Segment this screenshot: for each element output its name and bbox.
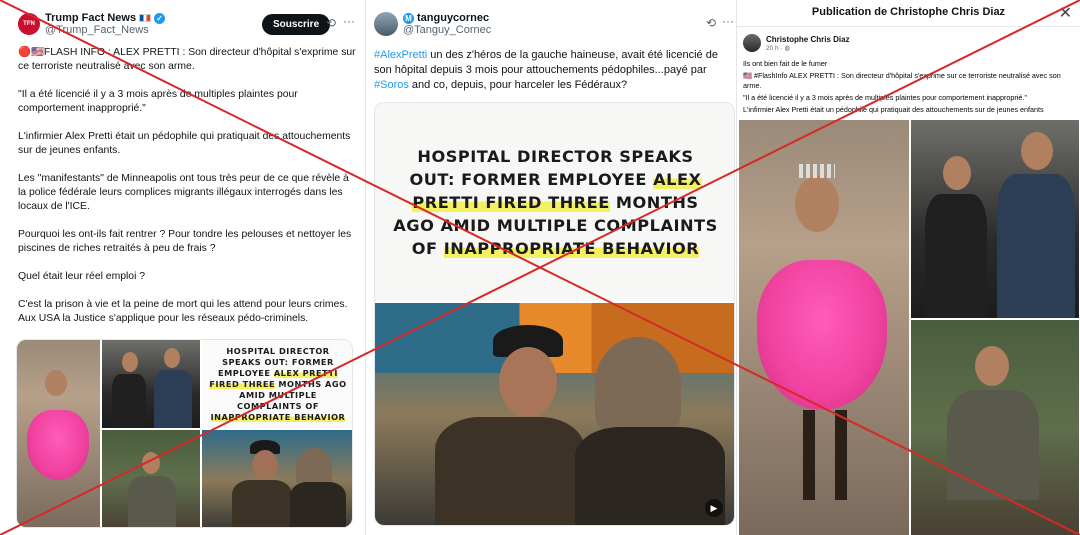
account-handle[interactable]: @Trump_Fact_News: [45, 24, 165, 36]
paragraph: L'infirmier Alex Pretti était un pédophi…: [18, 131, 351, 156]
facebook-post-dialog: Publication de Christophe Chris Diaz ✕ C…: [737, 0, 1080, 535]
post-trump-fact-news: TFN Trump Fact News ✓ @Trump_Fact_News S…: [0, 0, 365, 535]
photo-dress: [739, 120, 909, 535]
post-image[interactable]: HOSPITAL DIRECTOR SPEAKS OUT: FORMER EMP…: [374, 102, 735, 526]
paragraph: L'infirmier Alex Pretti était un pédophi…: [743, 105, 1044, 114]
post-tanguycornec: M tanguycornec @Tanguy_Cornec ⟲ ··· #Ale…: [366, 0, 741, 535]
avatar[interactable]: [743, 34, 761, 52]
account-name[interactable]: tanguycornec: [417, 12, 489, 24]
play-icon[interactable]: ▶: [705, 499, 723, 517]
more-icon[interactable]: ···: [343, 14, 355, 28]
post-text: #AlexPretti un des z'héros de la gauche …: [374, 49, 718, 91]
tiara: [799, 164, 835, 178]
globe-icon: ◍: [784, 44, 791, 52]
us-flag-icon: [139, 14, 152, 22]
grok-icon[interactable]: ⟲: [706, 16, 716, 30]
post-header: M tanguycornec @Tanguy_Cornec: [374, 12, 491, 36]
hashtag-link[interactable]: #AlexPretti: [374, 49, 427, 61]
more-icon[interactable]: ···: [722, 14, 734, 28]
photo-street: [202, 430, 352, 527]
dialog-title: Publication de Christophe Chris Diaz: [811, 6, 1006, 18]
photo-dress: [17, 340, 100, 527]
photo-forest: [911, 320, 1079, 535]
account-name[interactable]: Trump Fact News: [45, 12, 136, 24]
photo-two-men: [911, 120, 1079, 318]
post-image-collage[interactable]: HOSPITAL DIRECTOR SPEAKS OUT: FORMER EMP…: [16, 339, 353, 528]
post-time[interactable]: 20 h ·: [766, 45, 784, 52]
paragraph: "Il a été licencié il y a 3 mois après d…: [743, 93, 1027, 102]
account-handle[interactable]: @Tanguy_Cornec: [403, 24, 491, 36]
paragraph: 🔴🇺🇸FLASH INFO : ALEX PRETTI : Son direct…: [18, 47, 356, 72]
paragraph: 🇺🇸 #FlashInfo ALEX PRETTI : Son directeu…: [743, 71, 1061, 90]
verified-badge-icon: ✓: [154, 12, 166, 24]
grok-icon[interactable]: ⟲: [326, 16, 336, 30]
post-header: TFN Trump Fact News ✓ @Trump_Fact_News: [18, 12, 166, 36]
subscribe-button[interactable]: Souscrire: [262, 14, 331, 35]
avatar[interactable]: [374, 12, 398, 36]
paragraph: Les "manifestants" de Minneapolis ont to…: [18, 173, 349, 212]
paragraph: Ils ont bien fait de le fumer: [743, 59, 828, 68]
photo-street: ▶: [375, 303, 734, 525]
post-text: Ils ont bien fait de le fumer 🇺🇸 #FlashI…: [743, 59, 1075, 117]
headline-graphic: HOSPITAL DIRECTOR SPEAKS OUT: FORMER EMP…: [202, 340, 352, 428]
avatar[interactable]: TFN: [18, 13, 40, 35]
paragraph: C'est la prison à vie et la peine de mor…: [18, 299, 348, 324]
post-header: Christophe Chris Diaz 20 h · ◍: [743, 34, 850, 52]
photo-forest: [102, 430, 200, 527]
author-name[interactable]: Christophe Chris Diaz: [766, 35, 850, 44]
paragraph: "Il a été licencié il y a 3 mois après d…: [18, 89, 298, 114]
photo-two-men: [102, 340, 200, 428]
hashtag-link[interactable]: #Soros: [374, 79, 409, 91]
badge-icon: M: [403, 12, 414, 24]
post-image-collage[interactable]: [739, 120, 1079, 535]
paragraph: Pourquoi les ont-ils fait rentrer ? Pour…: [18, 229, 352, 254]
post-text: 🔴🇺🇸FLASH INFO : ALEX PRETTI : Son direct…: [18, 46, 356, 340]
close-icon[interactable]: ✕: [1059, 3, 1072, 23]
paragraph: Quel était leur réel emploi ?: [18, 271, 146, 282]
headline-graphic: HOSPITAL DIRECTOR SPEAKS OUT: FORMER EMP…: [375, 103, 734, 301]
divider: [737, 26, 1080, 27]
